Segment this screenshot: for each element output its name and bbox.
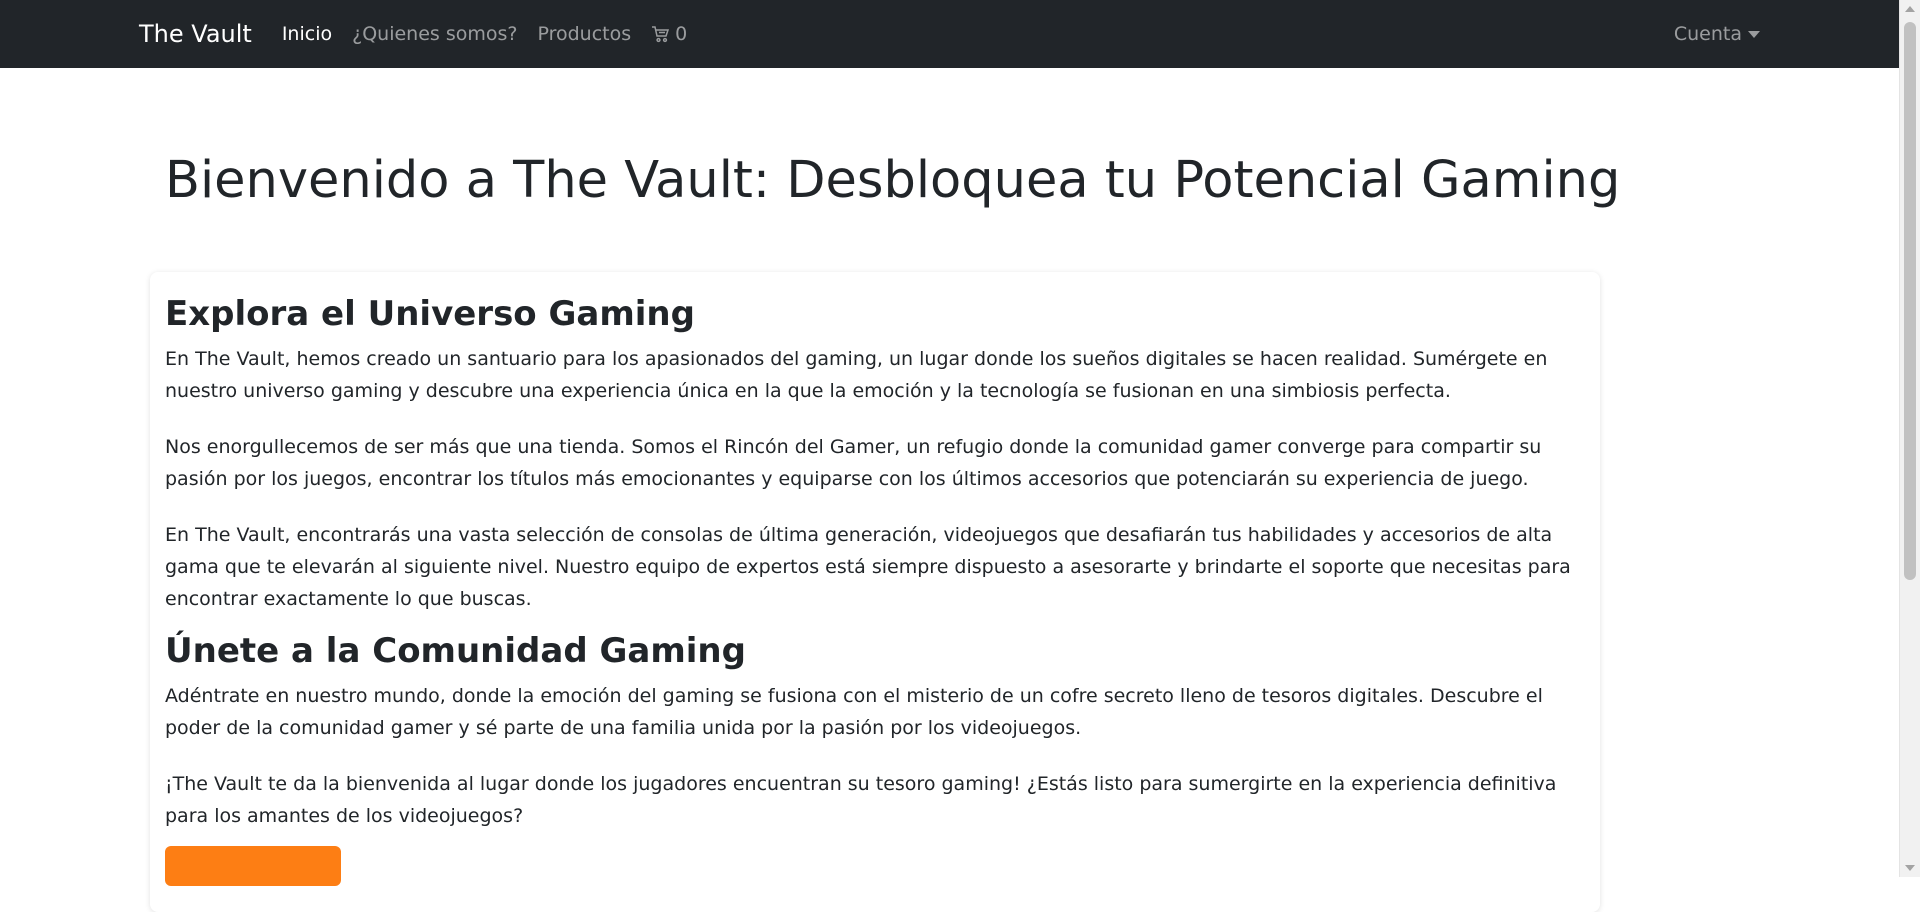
cart-icon <box>651 25 670 43</box>
section-paragraph: ¡The Vault te da la bienvenida al lugar … <box>165 772 1557 827</box>
section-paragraph: Adéntrate en nuestro mundo, donde la emo… <box>165 684 1543 739</box>
call-to-action-button[interactable] <box>165 845 341 886</box>
scroll-up-icon[interactable] <box>1905 6 1915 12</box>
section-paragraph: Nos enorgullecemos de ser más que una ti… <box>165 435 1542 490</box>
nav-link-productos[interactable]: Productos <box>537 23 631 45</box>
account-dropdown[interactable]: Cuenta <box>1674 23 1760 45</box>
section-heading-unete: Únete a la Comunidad Gaming <box>165 630 746 671</box>
section-paragraph: En The Vault, hemos creado un santuario … <box>165 347 1548 402</box>
section-paragraph: En The Vault, encontrarás una vasta sele… <box>165 523 1571 610</box>
cart-count: 0 <box>675 23 688 45</box>
vertical-scrollbar[interactable] <box>1899 0 1920 877</box>
nav-link-inicio[interactable]: Inicio <box>282 23 332 45</box>
brand-link[interactable]: The Vault <box>139 20 252 48</box>
scroll-down-icon[interactable] <box>1905 865 1915 871</box>
scrollbar-thumb[interactable] <box>1904 22 1916 580</box>
section-heading-explora: Explora el Universo Gaming <box>165 294 695 334</box>
cart-link[interactable]: 0 <box>651 23 687 45</box>
content-card: Explora el Universo Gaming En The Vault,… <box>150 272 1600 912</box>
top-navbar: The Vault Inicio ¿Quienes somos? Product… <box>0 0 1899 68</box>
page-title: Bienvenido a The Vault: Desbloquea tu Po… <box>165 151 1621 210</box>
account-label: Cuenta <box>1673 23 1742 45</box>
nav-link-quienes-somos[interactable]: ¿Quienes somos? <box>352 23 517 45</box>
navbar-container: The Vault Inicio ¿Quienes somos? Product… <box>139 0 1760 68</box>
caret-down-icon <box>1748 30 1760 38</box>
